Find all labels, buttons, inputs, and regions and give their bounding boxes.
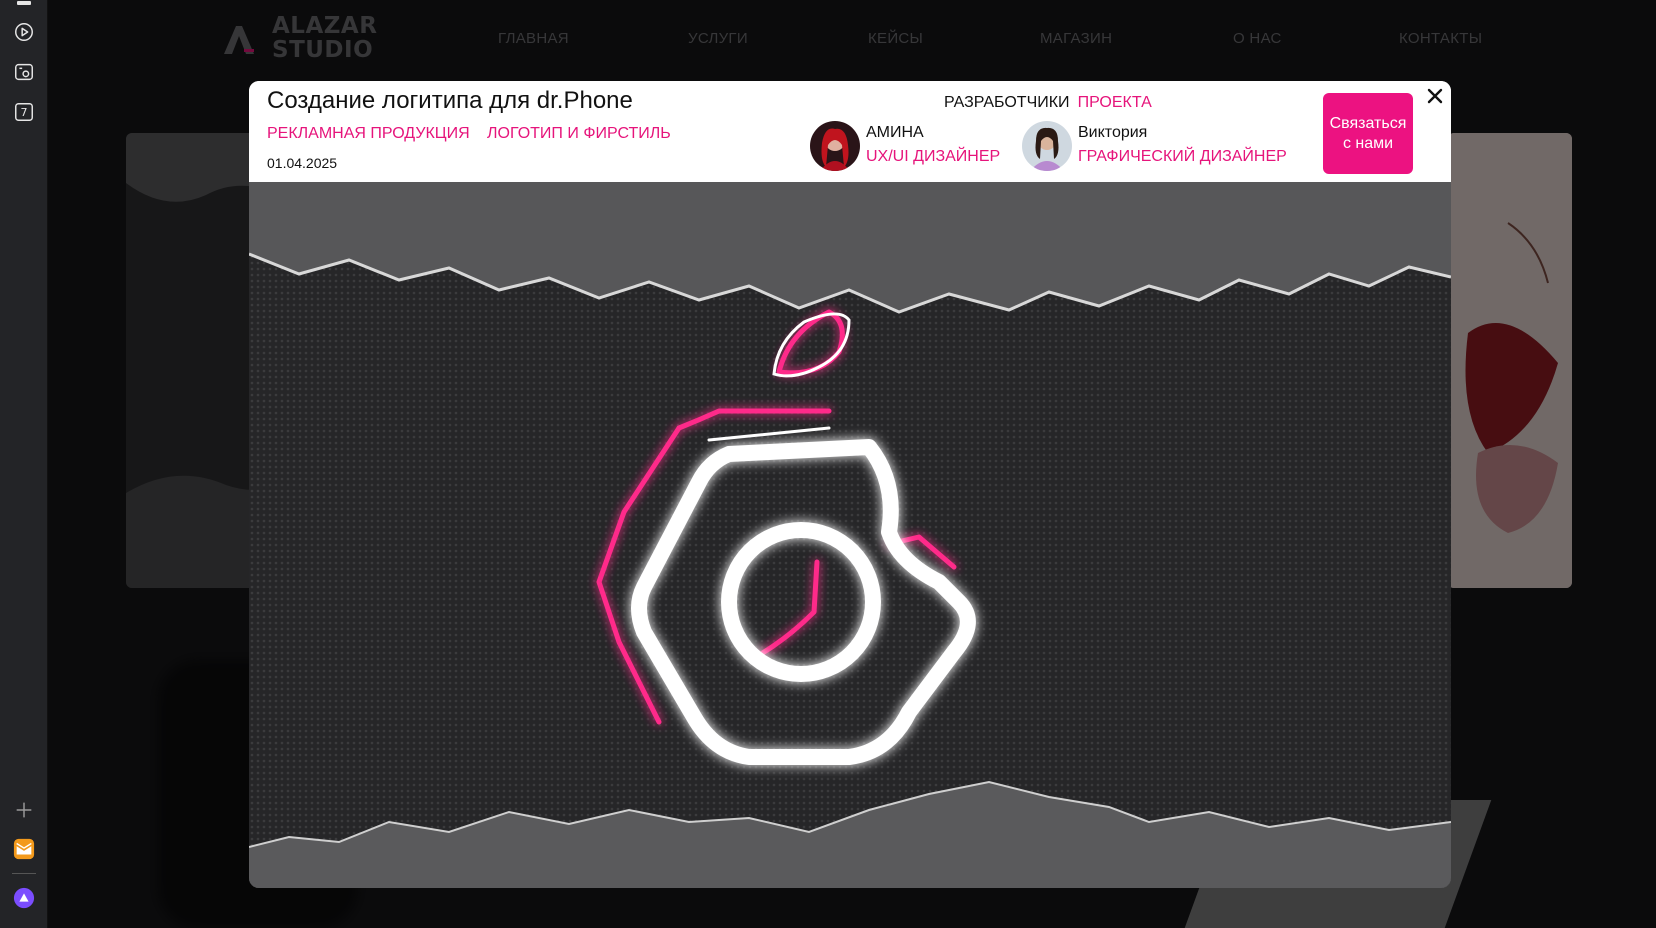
project-modal: Создание логитипа для dr.Phone РЕКЛАМНАЯ… [249, 81, 1451, 888]
mail-app-icon[interactable] [12, 837, 36, 861]
developer-role[interactable]: ГРАФИЧЕСКИЙ ДИЗАЙНЕР [1078, 148, 1287, 166]
tag-advertising[interactable]: РЕКЛАМНАЯ ПРОДУКЦИЯ [267, 125, 470, 143]
play-circle-icon[interactable] [12, 20, 36, 44]
developer-name: АМИНА [866, 124, 924, 141]
project-title: Создание логитипа для dr.Phone [267, 87, 633, 114]
developers-heading: РАЗРАБОТЧИКИ ПРОЕКТА [944, 94, 1152, 112]
plus-icon[interactable] [12, 798, 36, 822]
contact-us-button[interactable]: Связаться с нами [1323, 93, 1413, 174]
modal-header: Создание логитипа для dr.Phone РЕКЛАМНАЯ… [249, 81, 1451, 182]
avatar [810, 121, 860, 171]
tag-logo-branding[interactable]: ЛОГОТИП И ФИРСТИЛЬ [487, 125, 671, 143]
neon-apple-logo-artwork [249, 182, 1451, 888]
browser-sidebar: 7 [0, 0, 48, 928]
calendar-icon[interactable]: 7 [12, 100, 36, 124]
avatar [1022, 121, 1072, 171]
developer-card[interactable]: АМИНА UX/UI ДИЗАЙНЕР [810, 121, 1000, 171]
assistant-icon[interactable] [12, 886, 36, 910]
calendar-day: 7 [20, 105, 28, 119]
website-page: ALAZAR STUDIO ГЛАВНАЯ УСЛУГИ КЕЙСЫ МАГАЗ… [48, 0, 1656, 928]
developers-heading-part2: ПРОЕКТА [1077, 94, 1152, 111]
developer-card[interactable]: Виктория ГРАФИЧЕСКИЙ ДИЗАЙНЕР [1022, 121, 1287, 171]
menu-icon[interactable] [12, 0, 36, 6]
developer-name: Виктория [1078, 124, 1148, 141]
screenshot-icon[interactable] [12, 60, 36, 84]
close-icon[interactable] [1424, 85, 1446, 107]
sidebar-divider [12, 873, 36, 874]
developer-role[interactable]: UX/UI ДИЗАЙНЕР [866, 148, 1000, 166]
developers-heading-part1: РАЗРАБОТЧИКИ [944, 94, 1070, 111]
project-image [249, 182, 1451, 888]
project-date: 01.04.2025 [267, 155, 338, 171]
